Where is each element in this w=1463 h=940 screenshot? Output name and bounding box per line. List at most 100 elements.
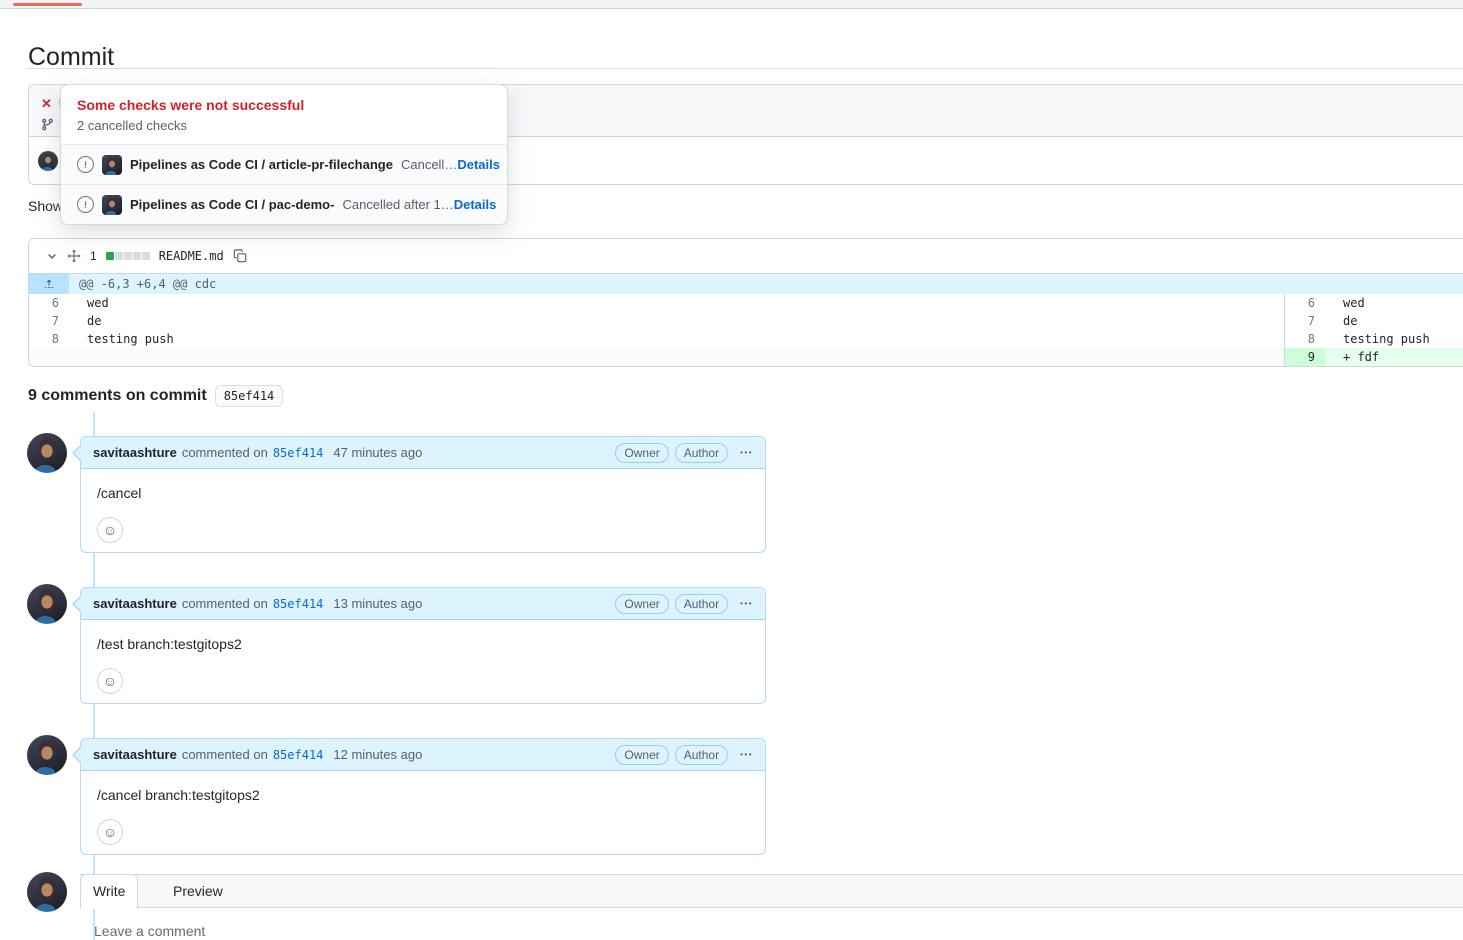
add-reaction-button[interactable]: ☺ [97, 819, 123, 845]
comment-caret-fill [74, 445, 82, 461]
comment-body: /cancel [81, 469, 765, 501]
kebab-menu-icon[interactable]: ••• [740, 448, 753, 457]
line-number[interactable]: 9 [1285, 348, 1325, 366]
line-content: + fdf [1325, 348, 1463, 366]
comment-caret-fill [74, 747, 82, 763]
check-details-link[interactable]: Details [457, 157, 500, 172]
diffstat-neutral-block [133, 252, 141, 260]
line-number[interactable]: 8 [1285, 330, 1325, 348]
check-name: Pipelines as Code CI / article-pr-filech… [130, 157, 393, 172]
diff-file-box: 1 README.md [28, 238, 1463, 367]
line-number[interactable]: 8 [29, 330, 69, 348]
owner-badge: Owner [615, 594, 668, 614]
diff-line: 6 wed [1285, 294, 1463, 312]
title-divider [28, 68, 1463, 69]
line-number[interactable]: 6 [1285, 294, 1325, 312]
line-number[interactable]: 7 [1285, 312, 1325, 330]
comment-author-link[interactable]: savitaashture [93, 445, 177, 460]
tab-preview[interactable]: Preview [157, 875, 239, 907]
comment-author-link[interactable]: savitaashture [93, 747, 177, 762]
line-content: wed [69, 294, 1284, 312]
comments-heading: 9 comments on commit 85ef414 [28, 385, 283, 407]
check-row: ! Pipelines as Code CI / pac-demo- Cance… [61, 184, 507, 224]
diff-line: 8 testing push [1285, 330, 1463, 348]
diffstat-added-block [106, 252, 114, 260]
comment-author-link[interactable]: savitaashture [93, 596, 177, 611]
commit-sha-chip: 85ef414 [215, 385, 284, 407]
diff-pane-old: 6 wed 7 de 8 testing push [29, 294, 1284, 366]
diff-split-view: 6 wed 7 de 8 testing push [29, 294, 1463, 366]
comment-author-avatar[interactable] [27, 584, 67, 624]
hunk-header-text: @@ -6,3 +6,4 @@ cdc [69, 274, 216, 294]
browser-strip [0, 0, 1463, 9]
smiley-icon: ☺ [103, 523, 117, 537]
comment: savitaashture commented on 85ef414 47 mi… [80, 436, 766, 553]
line-number[interactable]: 6 [29, 294, 69, 312]
diff-file-name[interactable]: README.md [159, 249, 224, 263]
comment: savitaashture commented on 85ef414 13 mi… [80, 587, 766, 704]
smiley-icon: ☺ [103, 674, 117, 688]
comment-sha-link[interactable]: 85ef414 [273, 446, 324, 460]
comment-timestamp: 13 minutes ago [333, 596, 422, 611]
kebab-menu-icon[interactable]: ••• [740, 599, 753, 608]
comment-author-avatar[interactable] [27, 433, 67, 473]
add-reaction-button[interactable]: ☺ [97, 668, 123, 694]
tab-write[interactable]: Write [80, 874, 138, 909]
comment-body: /test branch:testgitops2 [81, 620, 765, 652]
line-number [29, 348, 69, 366]
diff-line: 7 de [29, 312, 1284, 330]
cancelled-check-icon: ! [77, 196, 94, 213]
diffstat-neutral-block [142, 252, 150, 260]
diffstat-neutral-block [124, 252, 132, 260]
commit-author-avatar[interactable] [38, 151, 58, 171]
comment-action-text: commented on [182, 747, 268, 762]
copy-file-path-icon[interactable] [233, 249, 247, 263]
line-number[interactable]: 7 [29, 312, 69, 330]
diff-line: 7 de [1285, 312, 1463, 330]
collapse-chevron-down-icon[interactable] [46, 250, 58, 262]
diffstat-blocks [106, 252, 150, 260]
line-content: testing push [69, 330, 1284, 348]
tab-loading-bar [13, 3, 82, 6]
check-app-avatar [102, 155, 122, 175]
comment: savitaashture commented on 85ef414 12 mi… [80, 738, 766, 855]
smiley-icon: ☺ [103, 825, 117, 839]
kebab-menu-icon[interactable]: ••• [740, 750, 753, 759]
comment-author-avatar[interactable] [27, 735, 67, 775]
diffstat-neutral-block [115, 252, 123, 260]
check-row: ! Pipelines as Code CI / article-pr-file… [61, 144, 507, 184]
cancelled-check-icon: ! [77, 156, 94, 173]
owner-badge: Owner [615, 443, 668, 463]
check-details-link[interactable]: Details [454, 197, 497, 212]
drag-move-icon[interactable] [67, 249, 81, 263]
comment-header: savitaashture commented on 85ef414 12 mi… [81, 739, 765, 771]
comment-action-text: commented on [182, 445, 268, 460]
checks-popover-title: Some checks were not successful [77, 97, 491, 113]
owner-badge: Owner [615, 745, 668, 765]
line-content: de [69, 312, 1284, 330]
add-reaction-button[interactable]: ☺ [97, 517, 123, 543]
check-status: Cancelled after 1… [342, 197, 453, 212]
comment-action-text: commented on [182, 596, 268, 611]
author-badge: Author [675, 745, 728, 765]
comment-timestamp: 47 minutes ago [333, 445, 422, 460]
current-user-avatar[interactable] [27, 872, 67, 912]
line-content: wed [1325, 294, 1463, 312]
comment-input[interactable]: Leave a comment [94, 923, 205, 939]
status-failed-x-icon: ✕ [41, 97, 52, 110]
checks-popover-subtitle: 2 cancelled checks [77, 118, 491, 133]
expand-hunk-button[interactable] [29, 274, 69, 294]
diff-line-added: 9 + fdf [1285, 348, 1463, 366]
line-content: de [1325, 312, 1463, 330]
comment-header: savitaashture commented on 85ef414 47 mi… [81, 437, 765, 469]
checks-popover: Some checks were not successful 2 cancel… [60, 84, 508, 225]
check-name: Pipelines as Code CI / pac-demo- [130, 197, 334, 212]
checks-popover-header: Some checks were not successful 2 cancel… [61, 85, 507, 144]
comment-header: savitaashture commented on 85ef414 13 mi… [81, 588, 765, 620]
diff-line-empty [29, 348, 1284, 366]
diff-line: 8 testing push [29, 330, 1284, 348]
comment-body: /cancel branch:testgitops2 [81, 771, 765, 803]
comment-sha-link[interactable]: 85ef414 [273, 597, 324, 611]
comment-timestamp: 12 minutes ago [333, 747, 422, 762]
comment-sha-link[interactable]: 85ef414 [273, 748, 324, 762]
